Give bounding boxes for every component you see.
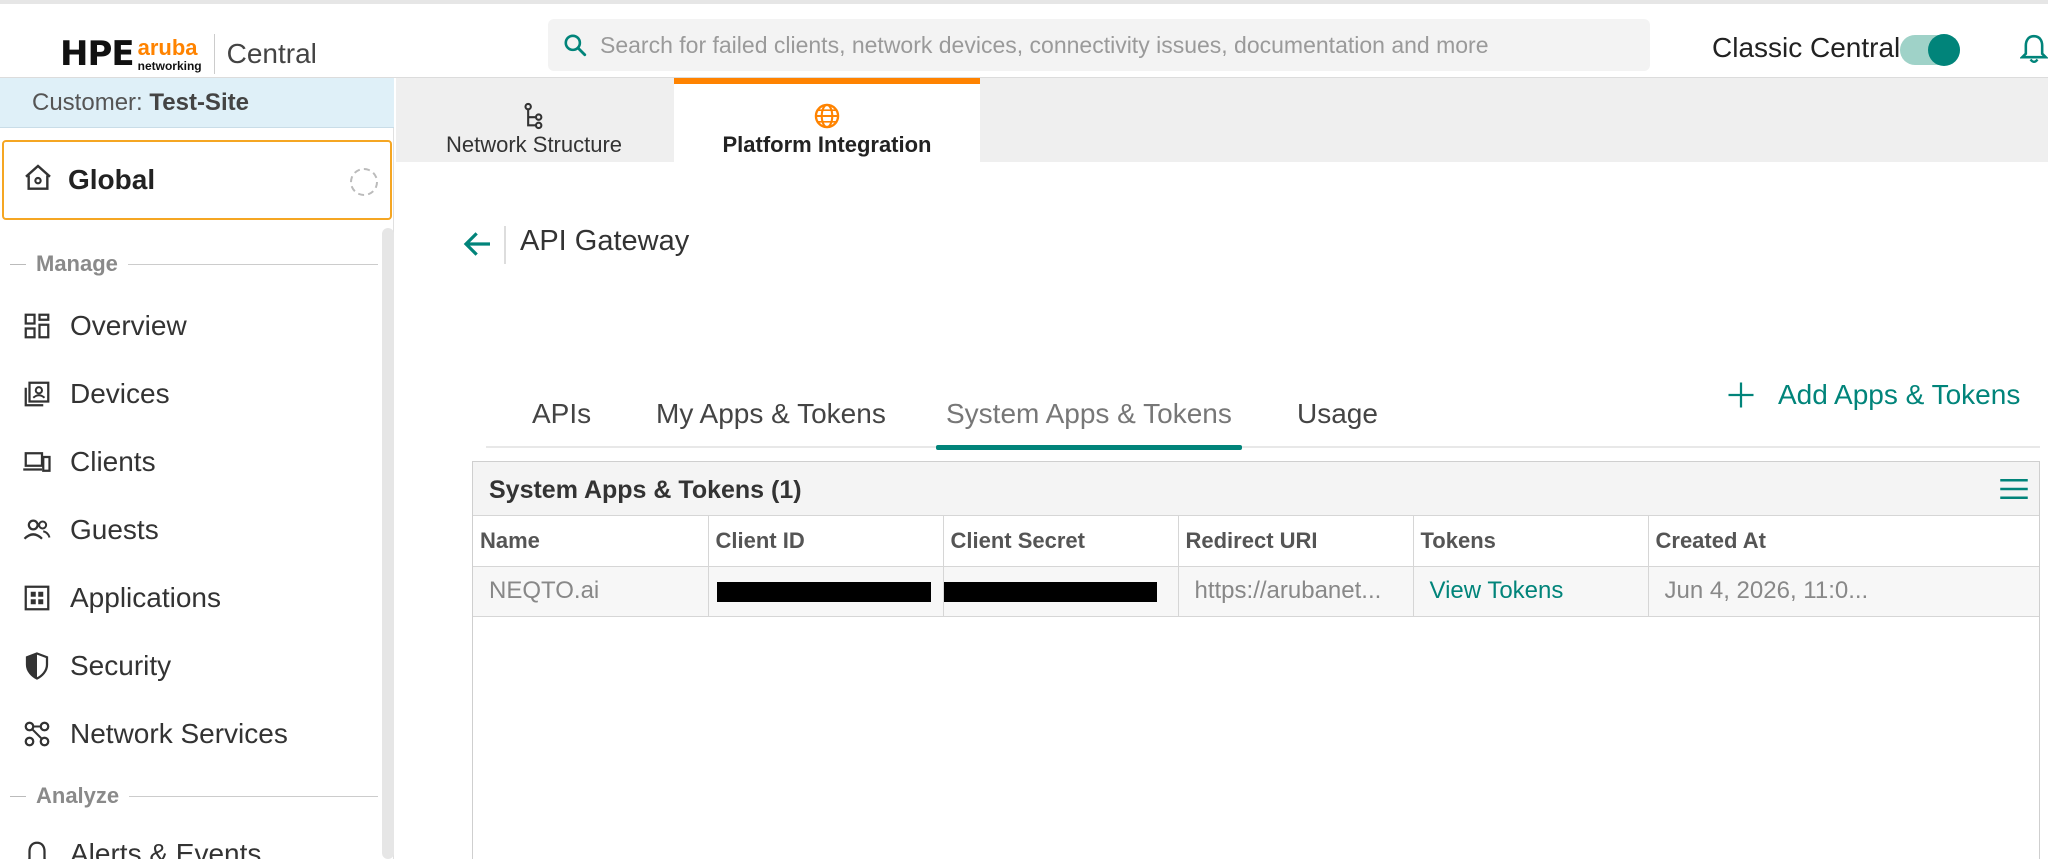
logo-divider xyxy=(213,34,215,74)
sidebar-item-label: Devices xyxy=(70,378,170,409)
sidebar-item-network-services[interactable]: Network Services xyxy=(0,704,380,764)
column-header-name[interactable]: Name xyxy=(473,516,709,567)
classic-central-toggle[interactable] xyxy=(1900,34,1960,66)
network-structure-icon xyxy=(524,102,543,130)
sidebar-scrollbar[interactable] xyxy=(382,228,394,859)
sidebar-item-label: Network Services xyxy=(70,718,288,749)
customer-bar: Customer: Test-Site xyxy=(0,78,394,128)
main-content: Network Structure Platform Integration A… xyxy=(396,78,2048,859)
subtab-system-apps-tokens[interactable]: System Apps & Tokens xyxy=(936,398,1242,450)
title-divider xyxy=(504,226,506,264)
sidebar-item-label: Overview xyxy=(70,310,187,341)
search-icon xyxy=(564,34,587,57)
cell-created-at: Jun 4, 2026, 11:0... xyxy=(1648,566,2039,617)
cell-client-secret xyxy=(943,566,1179,617)
logo-hpe-text: HPE xyxy=(60,34,135,74)
applications-icon xyxy=(24,585,50,611)
column-header-tokens[interactable]: Tokens xyxy=(1413,516,1649,567)
subtab-apis[interactable]: APIs xyxy=(532,398,591,448)
redaction-bar xyxy=(943,581,1157,602)
top-tab-bar: Network Structure Platform Integration xyxy=(396,78,2048,162)
customer-name: Test-Site xyxy=(149,89,249,116)
table-title: System Apps & Tokens (1) xyxy=(489,476,802,504)
sidebar-item-label: Alerts & Events xyxy=(70,838,262,859)
tab-label: Platform Integration xyxy=(722,132,932,157)
cell-name: NEQTO.ai xyxy=(473,566,709,617)
hpe-aruba-logo[interactable]: HPE aruba networking Central xyxy=(60,34,317,74)
logo-aruba-text: aruba networking xyxy=(137,34,202,73)
sidebar-item-applications[interactable]: Applications xyxy=(0,568,380,628)
sidebar-item-label: Applications xyxy=(70,582,221,613)
redaction-bar xyxy=(716,581,931,602)
table-row[interactable]: NEQTO.ai https://arubanet... View Tokens… xyxy=(473,566,2039,617)
notifications-bell-icon[interactable] xyxy=(2020,32,2048,66)
section-manage: Manage xyxy=(10,249,378,279)
sidebar-item-security[interactable]: Security xyxy=(0,636,380,696)
classic-central-label: Classic Central xyxy=(1712,32,1901,63)
column-header-redirect-uri[interactable]: Redirect URI xyxy=(1178,516,1414,567)
globe-icon xyxy=(814,103,840,129)
cell-client-id xyxy=(708,566,944,617)
active-tab-underline xyxy=(936,445,1242,450)
table-header-row: Name Client ID Client Secret Redirect UR… xyxy=(473,516,2039,567)
column-header-client-id[interactable]: Client ID xyxy=(708,516,944,567)
sidebar-item-clients[interactable]: Clients xyxy=(0,432,380,492)
sidebar-item-alerts-events[interactable]: Alerts & Events xyxy=(0,824,380,859)
network-services-icon xyxy=(24,721,50,747)
sidebar-item-label: Clients xyxy=(70,446,156,477)
shield-icon xyxy=(25,652,49,680)
clients-icon xyxy=(23,452,51,472)
tab-platform-integration[interactable]: Platform Integration xyxy=(674,78,980,162)
scope-label: Global xyxy=(68,164,156,195)
back-arrow-icon[interactable] xyxy=(462,228,494,260)
sidebar-item-overview[interactable]: Overview xyxy=(0,296,380,356)
system-apps-table: System Apps & Tokens (1) Name Client ID … xyxy=(472,461,2040,859)
view-tokens-link[interactable]: View Tokens xyxy=(1413,566,1649,617)
add-button-label: Add Apps & Tokens xyxy=(1778,379,2021,410)
page-title: API Gateway xyxy=(520,225,690,257)
add-apps-tokens-button[interactable]: Add Apps & Tokens xyxy=(1726,375,2020,415)
column-header-created-at[interactable]: Created At xyxy=(1648,516,2039,567)
subtab-my-apps-tokens[interactable]: My Apps & Tokens xyxy=(656,398,886,448)
bell-icon xyxy=(27,841,47,859)
sidebar-item-label: Guests xyxy=(70,514,159,545)
grid-icon xyxy=(24,313,50,339)
subtab-usage[interactable]: Usage xyxy=(1297,398,1378,448)
guests-icon xyxy=(23,519,51,540)
devices-icon xyxy=(24,381,50,407)
section-analyze: Analyze xyxy=(10,781,378,811)
sidebar-item-devices[interactable]: Devices xyxy=(0,364,380,424)
top-bar: HPE aruba networking Central Classic Cen… xyxy=(0,0,2048,78)
column-menu-icon[interactable] xyxy=(1999,476,2029,502)
product-name: Central xyxy=(226,38,317,69)
home-icon xyxy=(25,164,51,190)
sidebar: Customer: Test-Site Global Manage Overvi… xyxy=(0,78,394,859)
table-header-bar: System Apps & Tokens (1) xyxy=(473,462,2039,516)
sidebar-item-guests[interactable]: Guests xyxy=(0,500,380,560)
cell-redirect-uri: https://arubanet... xyxy=(1178,566,1414,617)
loading-spinner-icon xyxy=(350,168,378,196)
global-search[interactable] xyxy=(548,19,1650,71)
apps-table: Name Client ID Client Secret Redirect UR… xyxy=(473,516,2039,617)
scope-selector-global[interactable]: Global xyxy=(2,140,392,220)
plus-icon xyxy=(1728,382,1754,408)
sidebar-item-label: Security xyxy=(70,650,172,681)
search-input[interactable] xyxy=(600,31,1640,59)
column-header-client-secret[interactable]: Client Secret xyxy=(943,516,1179,567)
tab-network-structure[interactable]: Network Structure xyxy=(420,78,648,162)
tab-label: Network Structure xyxy=(445,132,623,157)
